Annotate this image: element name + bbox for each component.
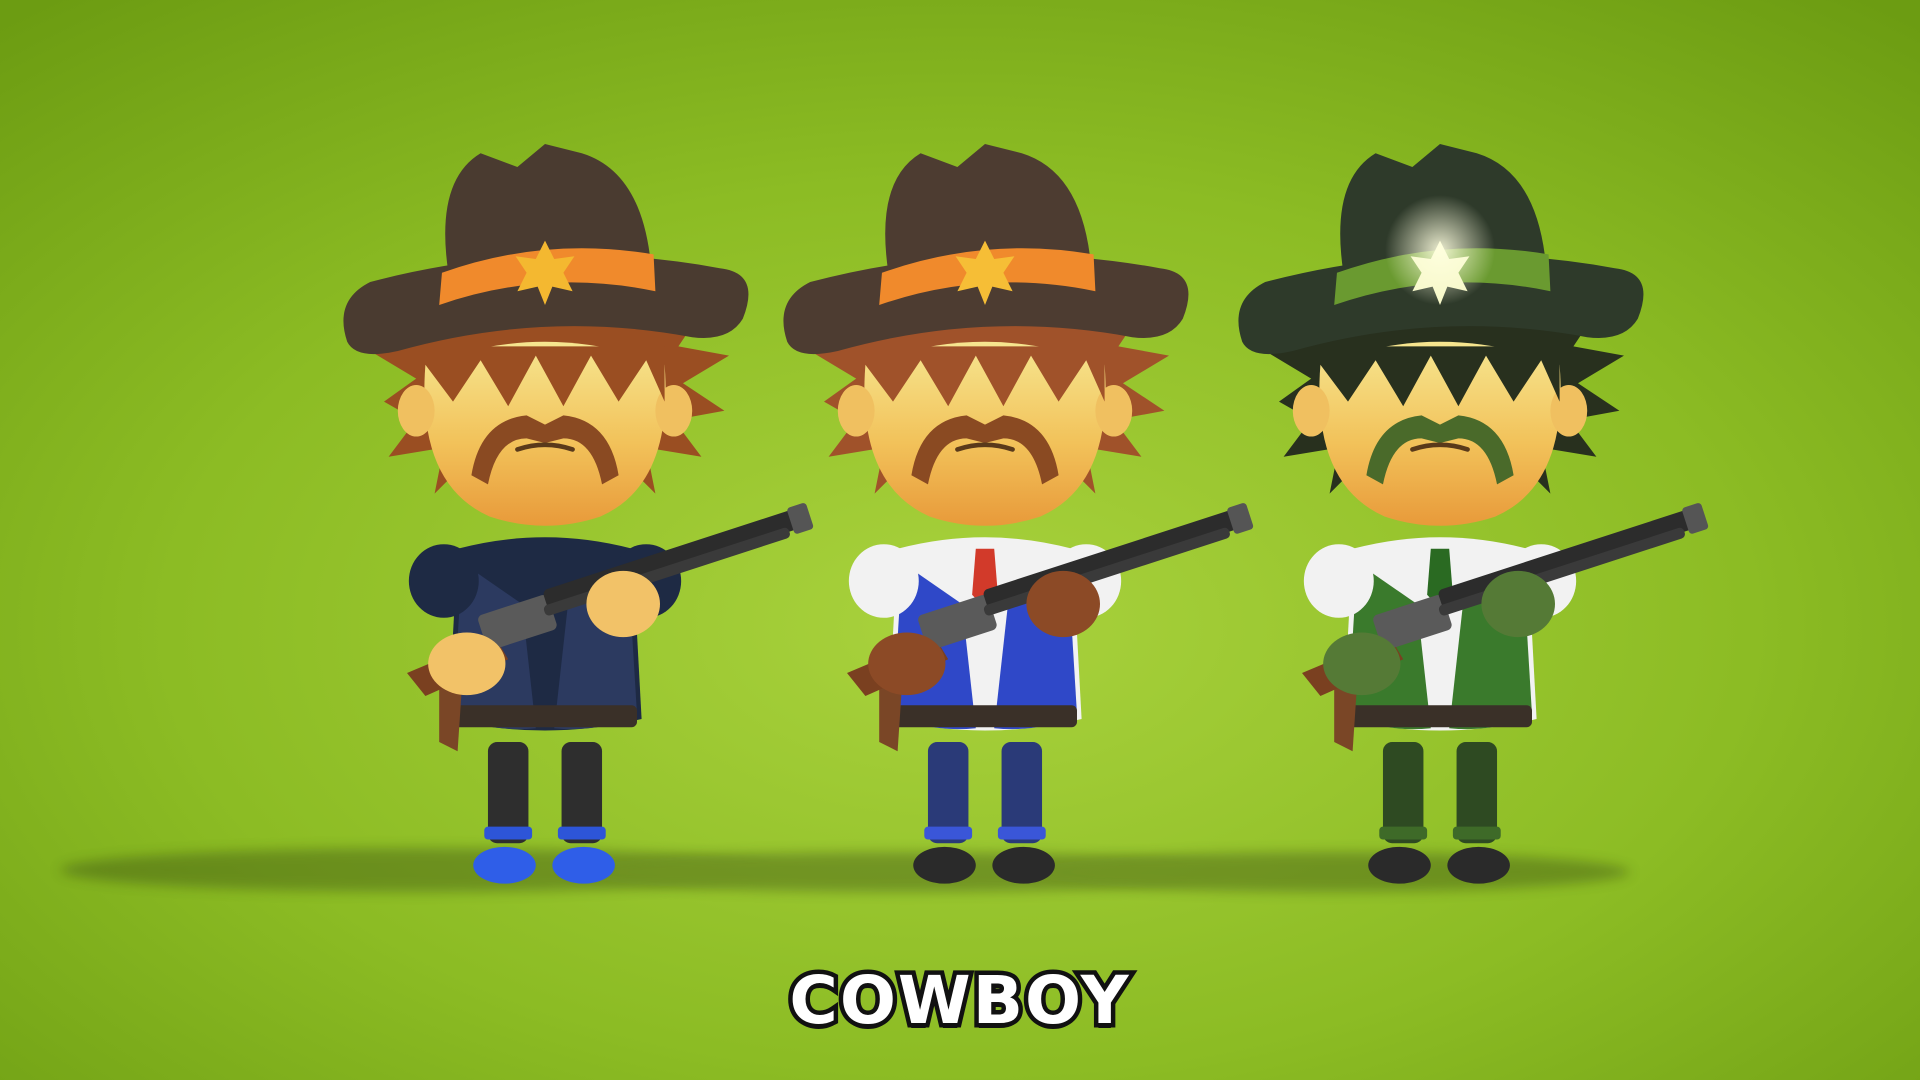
game-scene: COWBOY [0, 0, 1920, 1080]
character-name-caption: COWBOY [785, 962, 1133, 1039]
badge-glow [1385, 195, 1495, 305]
scene-canvas [0, 0, 1920, 1080]
